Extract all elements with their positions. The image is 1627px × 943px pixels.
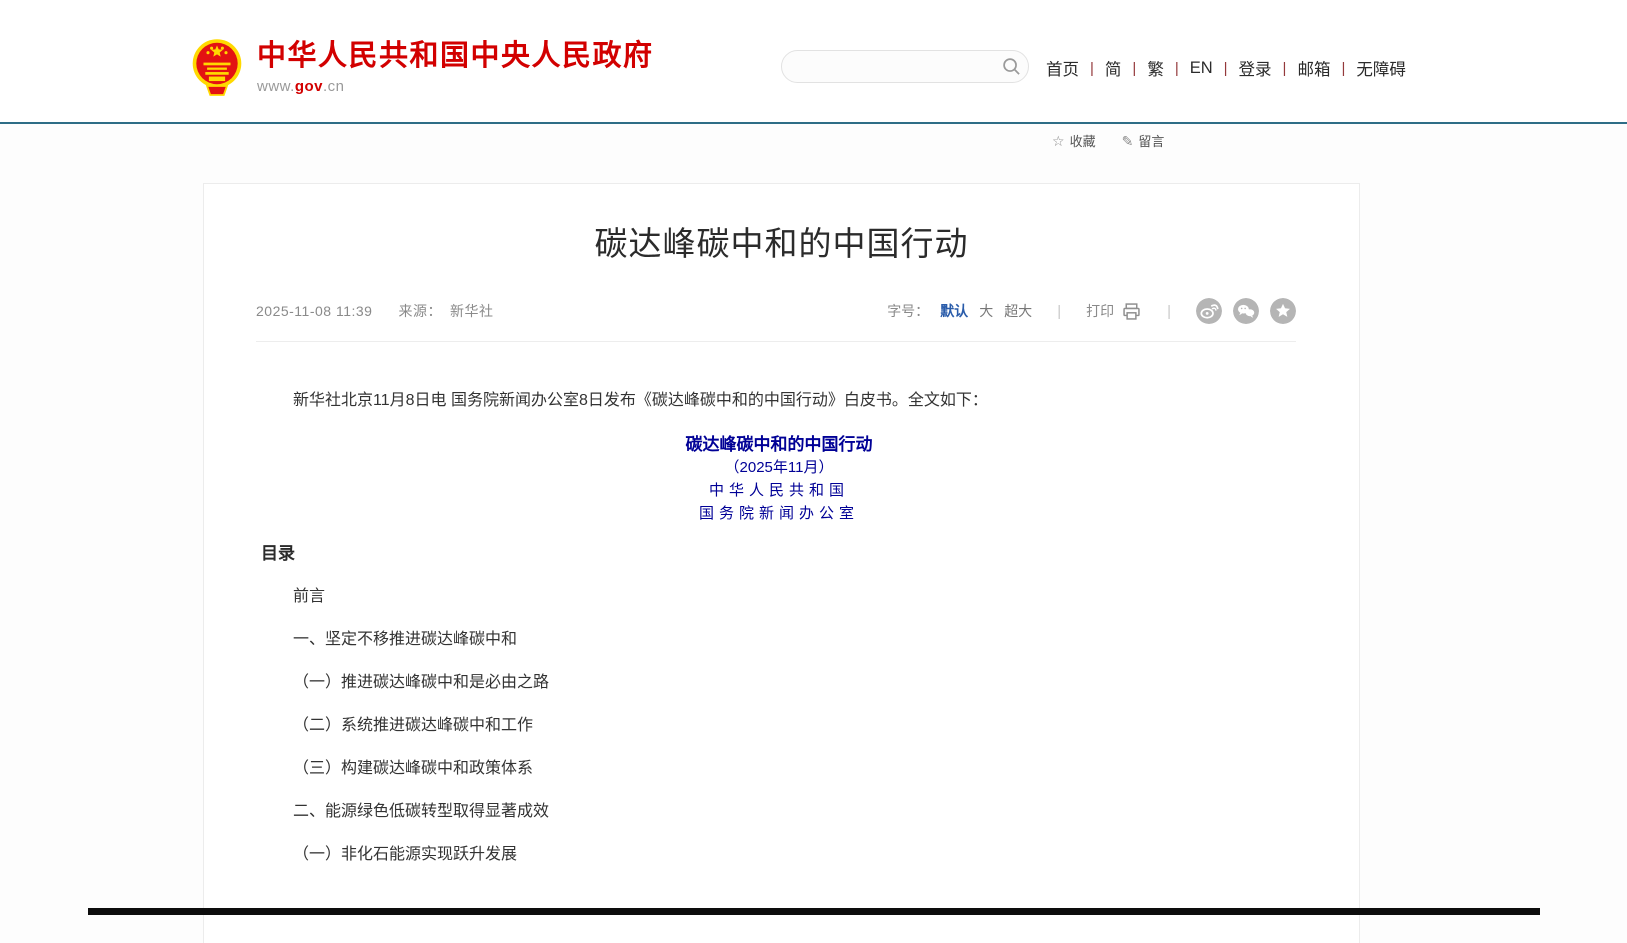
print-label: 打印 [1086, 301, 1114, 321]
site-title: 中华人民共和国中央人民政府 [257, 40, 654, 73]
article-title: 碳达峰碳中和的中国行动 [204, 217, 1359, 265]
search-button[interactable] [994, 50, 1028, 83]
weibo-icon[interactable] [1196, 298, 1222, 324]
article-meta-left: 2025-11-08 11:39 来源： 新华社 [256, 301, 493, 321]
article-date: 2025-11-08 11:39 [256, 303, 372, 319]
message-button[interactable]: ✎ 留言 [1122, 131, 1165, 150]
nav-english[interactable]: EN [1179, 59, 1224, 78]
site-title-block: 中华人民共和国中央人民政府 www.gov.cn [257, 38, 654, 95]
article-meta-right: 字号： 默认 大 超大 | 打印 | [887, 298, 1296, 324]
message-label: 留言 [1138, 131, 1164, 150]
toc-item: （二）系统推进碳达峰碳中和工作 [261, 714, 1297, 737]
meta-separator: | [1167, 303, 1171, 320]
document-heading: 碳达峰碳中和的中国行动 （2025年11月） 中华人民共和国 国务院新闻办公室 [261, 433, 1297, 525]
search-box [781, 50, 1029, 83]
printer-icon [1121, 301, 1142, 322]
site-url: www.gov.cn [257, 78, 654, 95]
national-emblem-icon [190, 38, 244, 98]
toc-item: （一）推进碳达峰碳中和是必由之路 [261, 671, 1297, 694]
article-source: 来源： 新华社 [398, 301, 493, 321]
print-button[interactable]: 打印 [1086, 301, 1142, 322]
page-tools: ☆ 收藏 ✎ 留言 [1052, 131, 1164, 150]
article-panel: 碳达峰碳中和的中国行动 2025-11-08 11:39 来源： 新华社 字号：… [203, 183, 1360, 943]
nav-login[interactable]: 登录 [1228, 56, 1283, 80]
source-value: 新华社 [450, 301, 494, 321]
font-size-default[interactable]: 默认 [940, 301, 968, 321]
favorite-label: 收藏 [1070, 131, 1096, 150]
pencil-icon: ✎ [1122, 134, 1134, 148]
toc-item: 二、能源绿色低碳转型取得显著成效 [261, 800, 1297, 823]
toc-item: （三）构建碳达峰碳中和政策体系 [261, 757, 1297, 780]
favorite-star-icon[interactable] [1270, 298, 1296, 324]
star-icon: ☆ [1052, 134, 1065, 148]
font-size-large[interactable]: 大 [979, 301, 993, 321]
meta-separator: | [1057, 303, 1061, 320]
document-date: （2025年11月） [261, 456, 1297, 479]
intro-paragraph: 新华社北京11月8日电 国务院新闻办公室8日发布《碳达峰碳中和的中国行动》白皮书… [261, 389, 1297, 412]
nav-simplified[interactable]: 简 [1094, 56, 1133, 80]
document-title: 碳达峰碳中和的中国行动 [261, 433, 1297, 456]
document-issuer-office: 国务院新闻办公室 [261, 502, 1297, 525]
wechat-icon[interactable] [1233, 298, 1259, 324]
toc-item: 一、坚定不移推进碳达峰碳中和 [261, 628, 1297, 651]
nav-mail[interactable]: 邮箱 [1286, 56, 1341, 80]
search-input[interactable] [782, 51, 994, 82]
article-meta-row: 2025-11-08 11:39 来源： 新华社 字号： 默认 大 超大 | 打… [256, 298, 1296, 342]
nav-traditional[interactable]: 繁 [1136, 56, 1175, 80]
font-size-xlarge[interactable]: 超大 [1004, 301, 1032, 321]
header-divider [0, 122, 1627, 124]
toc-item: （一）非化石能源实现跃升发展 [261, 843, 1297, 866]
share-group [1196, 298, 1296, 324]
site-header: 中华人民共和国中央人民政府 www.gov.cn 首页 | 简 | 繁 | EN… [0, 0, 1627, 122]
toc-item: 前言 [261, 585, 1297, 608]
top-nav: 首页 | 简 | 繁 | EN | 登录 | 邮箱 | 无障碍 [1046, 56, 1417, 80]
search-icon [1002, 57, 1021, 76]
favorite-button[interactable]: ☆ 收藏 [1052, 131, 1096, 150]
font-size-label: 字号： [887, 301, 929, 321]
footer-top-edge [88, 908, 1540, 915]
site-logo[interactable]: 中华人民共和国中央人民政府 www.gov.cn [190, 38, 654, 98]
source-label: 来源： [398, 301, 442, 321]
article-body: 新华社北京11月8日电 国务院新闻办公室8日发布《碳达峰碳中和的中国行动》白皮书… [261, 389, 1297, 866]
nav-home[interactable]: 首页 [1046, 56, 1090, 80]
document-issuer-country: 中华人民共和国 [261, 479, 1297, 502]
nav-accessibility[interactable]: 无障碍 [1345, 56, 1417, 80]
toc-heading: 目录 [261, 542, 1297, 565]
